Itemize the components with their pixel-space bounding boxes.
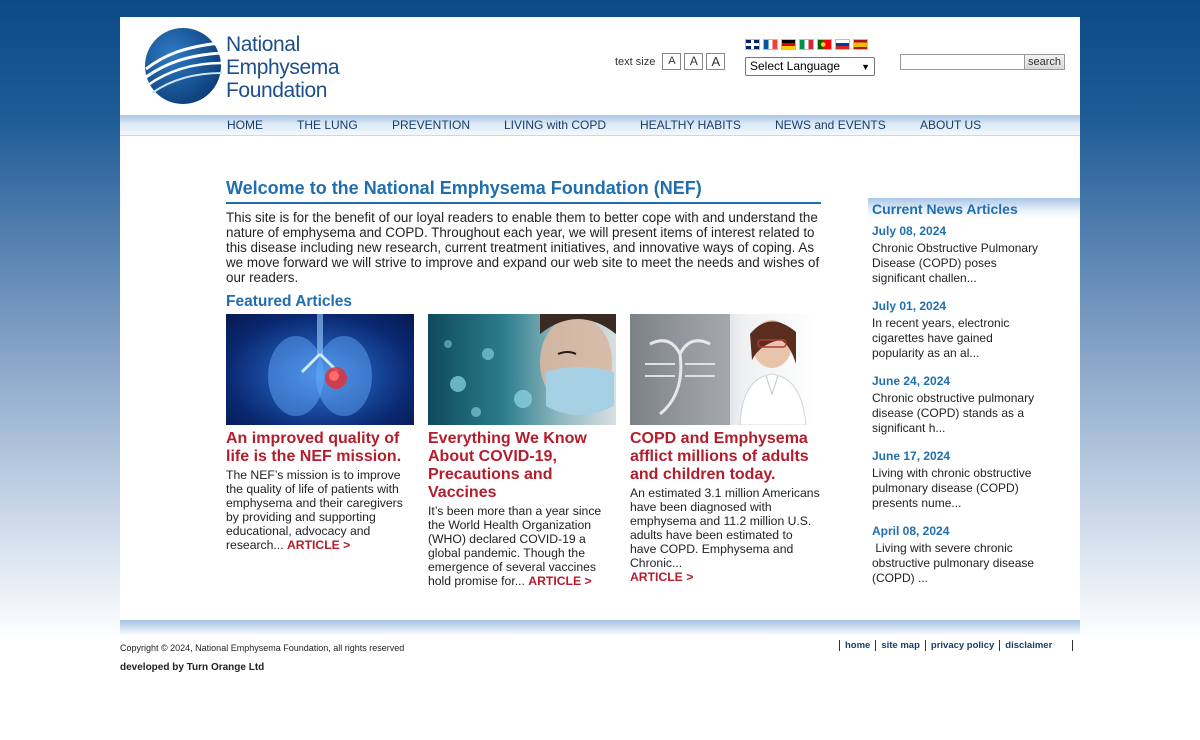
russian-flag-icon[interactable] <box>835 39 850 50</box>
news-item-2: July 01, 2024 In recent years, electroni… <box>872 299 1042 361</box>
news-item-5-date[interactable]: April 08, 2024 <box>872 524 1042 538</box>
logo-wave-icon <box>145 28 222 104</box>
lungs-icon <box>268 314 372 416</box>
news-item-5: April 08, 2024 Living with severe chroni… <box>872 524 1042 586</box>
footer-divider <box>839 640 840 651</box>
language-select[interactable]: Select Language ▼ <box>745 57 875 76</box>
news-item-4-date[interactable]: June 17, 2024 <box>872 449 1042 463</box>
current-news-heading-text: Current News Articles <box>872 201 1018 217</box>
nav-item-news-and-events[interactable]: NEWS and EVENTS <box>775 118 886 132</box>
news-item-3-date[interactable]: June 24, 2024 <box>872 374 1042 388</box>
portuguese-flag-icon[interactable] <box>817 39 832 50</box>
logo-line-2: Emphysema <box>226 56 340 79</box>
news-item-1-text: Chronic Obstructive Pulmonary Disease (C… <box>872 241 1039 285</box>
article-1-summary: The NEF’s mission is to improve the qual… <box>226 468 416 552</box>
logo-line-3: Foundation <box>226 79 328 102</box>
nef-logo[interactable]: National Emphysema Foundation <box>144 27 364 107</box>
main-navigation: HOME THE LUNG PREVENTION LIVING with COP… <box>120 115 1080 136</box>
article-3-link[interactable]: ARTICLE > <box>630 570 693 584</box>
article-2-summary: It’s been more than a year since the Wor… <box>428 504 618 588</box>
copyright-text: Copyright © 2024, National Emphysema Fou… <box>120 643 405 653</box>
search-input[interactable] <box>900 54 1025 70</box>
article-2-title[interactable]: Everything We Know About COVID-19, Preca… <box>428 430 618 502</box>
news-item-5-text: Living with severe chronic obstructive p… <box>872 541 1038 585</box>
nav-item-the-lung[interactable]: THE LUNG <box>297 118 358 132</box>
xray-doctor-icon <box>630 314 807 425</box>
featured-article-3: COPD and Emphysema afflict millions of a… <box>630 314 820 584</box>
italian-flag-icon[interactable] <box>799 39 814 50</box>
news-item-4-text: Living with chronic obstructive pulmonar… <box>872 466 1032 510</box>
article-1-title[interactable]: An improved quality of life is the NEF m… <box>226 430 416 466</box>
footer-bar <box>120 620 1080 636</box>
news-item-2-date[interactable]: July 01, 2024 <box>872 299 1042 313</box>
footer-link-privacy-policy[interactable]: privacy policy <box>931 640 994 651</box>
article-3-title[interactable]: COPD and Emphysema afflict millions of a… <box>630 430 820 484</box>
featured-articles-heading: Featured Articles <box>226 293 353 310</box>
text-size-large-button[interactable]: A <box>706 53 726 70</box>
text-size-control: text size A A A <box>615 53 726 70</box>
article-3-body: An estimated 3.1 million Americans have … <box>630 486 820 570</box>
intro-paragraph: This site is for the benefit of our loya… <box>226 210 820 285</box>
nav-item-healthy-habits[interactable]: HEALTHY HABITS <box>640 118 741 132</box>
nav-item-living-with-copd[interactable]: LIVING with COPD <box>504 118 606 132</box>
lungs-illustration-image[interactable] <box>226 314 414 425</box>
article-2-link[interactable]: ARTICLE > <box>528 574 591 588</box>
page-container: National Emphysema Foundation text size … <box>120 17 1080 620</box>
footer-link-disclaimer[interactable]: disclaimer <box>1005 640 1052 651</box>
nav-item-home[interactable]: HOME <box>227 118 263 132</box>
developer-credit: developed by Turn Orange Ltd <box>120 662 265 673</box>
spanish-flag-icon[interactable] <box>853 39 868 50</box>
chevron-down-icon: ▼ <box>861 62 870 72</box>
footer-links: home site map privacy policy disclaimer <box>836 640 1074 651</box>
page-title: Welcome to the National Emphysema Founda… <box>226 178 821 204</box>
language-select-value: Select Language <box>750 59 841 73</box>
news-item-1-date[interactable]: July 08, 2024 <box>872 224 1042 238</box>
news-item-3-text: Chronic obstructive pulmonary disease (C… <box>872 391 1035 435</box>
virus-icon <box>444 314 616 417</box>
footer-divider <box>1072 640 1074 651</box>
doctor-xray-image[interactable] <box>630 314 818 425</box>
footer-link-home[interactable]: home <box>845 640 870 651</box>
news-item-3: June 24, 2024 Chronic obstructive pulmon… <box>872 374 1042 436</box>
nav-item-prevention[interactable]: PREVENTION <box>392 118 470 132</box>
language-flags <box>745 39 868 50</box>
text-size-medium-button[interactable]: A <box>684 53 704 70</box>
woman-mask-virus-image[interactable] <box>428 314 616 425</box>
article-1-link[interactable]: ARTICLE > <box>287 538 350 552</box>
news-item-1: July 08, 2024 Chronic Obstructive Pulmon… <box>872 224 1042 286</box>
french-flag-icon[interactable] <box>763 39 778 50</box>
news-item-4: June 17, 2024 Living with chronic obstru… <box>872 449 1042 511</box>
german-flag-icon[interactable] <box>781 39 796 50</box>
featured-article-2: Everything We Know About COVID-19, Preca… <box>428 314 618 588</box>
featured-article-1: An improved quality of life is the NEF m… <box>226 314 416 552</box>
logo-line-1: National <box>226 33 300 56</box>
footer-divider <box>924 640 926 651</box>
nav-item-about-us[interactable]: ABOUT US <box>920 118 981 132</box>
article-3-summary: An estimated 3.1 million Americans have … <box>630 486 820 584</box>
text-size-small-button[interactable]: A <box>662 53 682 70</box>
search-button[interactable]: search <box>1025 54 1065 70</box>
text-size-label: text size <box>615 55 656 68</box>
footer-divider <box>875 640 877 651</box>
footer-link-site-map[interactable]: site map <box>881 640 920 651</box>
logo-text: National Emphysema Foundation <box>226 33 340 102</box>
news-item-2-text: In recent years, electronic cigarettes h… <box>872 316 1010 360</box>
current-news-heading: Current News Articles <box>868 198 1080 218</box>
english-flag-icon[interactable] <box>745 39 760 50</box>
footer-divider <box>999 640 1001 651</box>
